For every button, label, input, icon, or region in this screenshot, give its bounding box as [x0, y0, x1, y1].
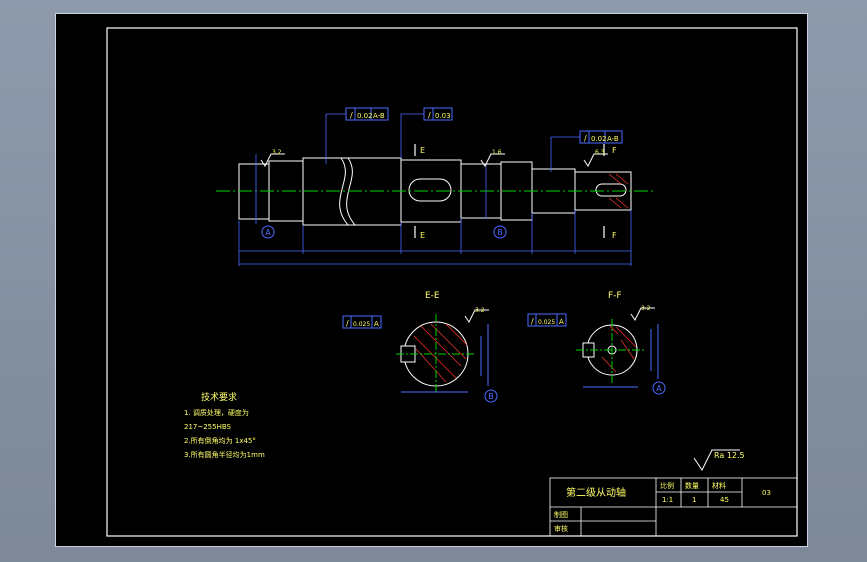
tech-line-4: 3.所有圆角半径均为1mm	[184, 450, 265, 459]
tol-mid-sym: /	[428, 111, 431, 120]
tol-right-ref: A-B	[607, 135, 619, 143]
checked-label: 审核	[554, 524, 568, 533]
section-f-datum: A	[656, 384, 662, 393]
tol-right-val: 0.02	[591, 135, 607, 143]
cad-viewport[interactable]: A B / 0.02 A-B / 0.03 / 0.02 A-B E E F F	[55, 13, 808, 547]
overall-roughness-text: Ra 12.5	[714, 451, 745, 460]
section-e-datum: B	[488, 392, 494, 401]
drawing-code: 03	[762, 489, 771, 497]
dimension-lines	[238, 113, 632, 266]
section-e-tolerance: / 0.025 A	[342, 315, 382, 329]
cut-f-top: F	[612, 146, 617, 155]
tol-left-ref: A-B	[373, 112, 385, 120]
datum-b: B	[497, 228, 503, 237]
ratio-label: 比例	[660, 481, 674, 490]
section-e-view	[396, 314, 476, 394]
tol-left-val: 0.02	[357, 112, 373, 120]
material-value: 45	[720, 496, 729, 504]
section-e-roughness: 3.2	[475, 307, 485, 314]
tech-line-1: 1. 调质处理，硬度为	[184, 408, 249, 417]
section-f-title: F-F	[608, 291, 622, 301]
cut-f-bottom: F	[612, 231, 617, 240]
tol-e-sym: /	[346, 319, 349, 328]
part-name: 第二级从动轴	[566, 486, 626, 499]
drawn-label: 制图	[554, 510, 568, 519]
tol-mid-val: 0.03	[435, 112, 451, 120]
tech-title: 技术要求	[201, 391, 237, 403]
section-f-roughness: 3.2	[641, 305, 651, 312]
tech-line-3: 2.所有倒角均为 1x45°	[184, 436, 256, 445]
roughness-main-3: 6.3	[595, 149, 605, 156]
tol-f-ref: A	[559, 318, 564, 326]
tolerance-frame-left: / 0.02 A-B	[345, 107, 389, 121]
tol-e-val: 0.025	[353, 321, 370, 328]
tol-e-ref: A	[374, 320, 379, 328]
roughness-main-2: 1.6	[492, 149, 502, 156]
datum-markers	[261, 225, 507, 239]
tol-right-sym: /	[584, 134, 587, 143]
section-f-dims	[583, 307, 666, 395]
ratio-value: 1:1	[662, 496, 673, 504]
drawing-border	[106, 27, 798, 537]
cut-e-top: E	[420, 146, 425, 155]
cut-e-bottom: E	[420, 231, 425, 240]
tolerance-frame-mid: / 0.03	[423, 107, 453, 121]
datum-a: A	[265, 228, 271, 237]
section-f-view	[576, 319, 646, 384]
tol-f-val: 0.025	[538, 319, 555, 326]
shaft-drawing: A B / 0.02 A-B / 0.03 / 0.02 A-B E E F F	[106, 27, 798, 537]
roughness-main-1: 3.2	[272, 149, 282, 156]
material-label: 材料	[712, 481, 726, 490]
tech-line-2: 217~255HBS	[184, 423, 232, 431]
qty-value: 1	[692, 496, 696, 504]
tol-f-sym: /	[531, 317, 534, 326]
tolerance-frame-right: / 0.02 A-B	[579, 130, 623, 144]
qty-label: 数量	[685, 481, 699, 490]
tol-left-sym: /	[350, 111, 353, 120]
overall-roughness: Ra 12.5	[693, 449, 745, 471]
section-f-tolerance: / 0.025 A	[527, 313, 567, 327]
section-e-title: E-E	[425, 291, 440, 301]
technical-requirements: 技术要求 1. 调质处理，硬度为 217~255HBS 2.所有倒角均为 1x4…	[184, 391, 265, 459]
